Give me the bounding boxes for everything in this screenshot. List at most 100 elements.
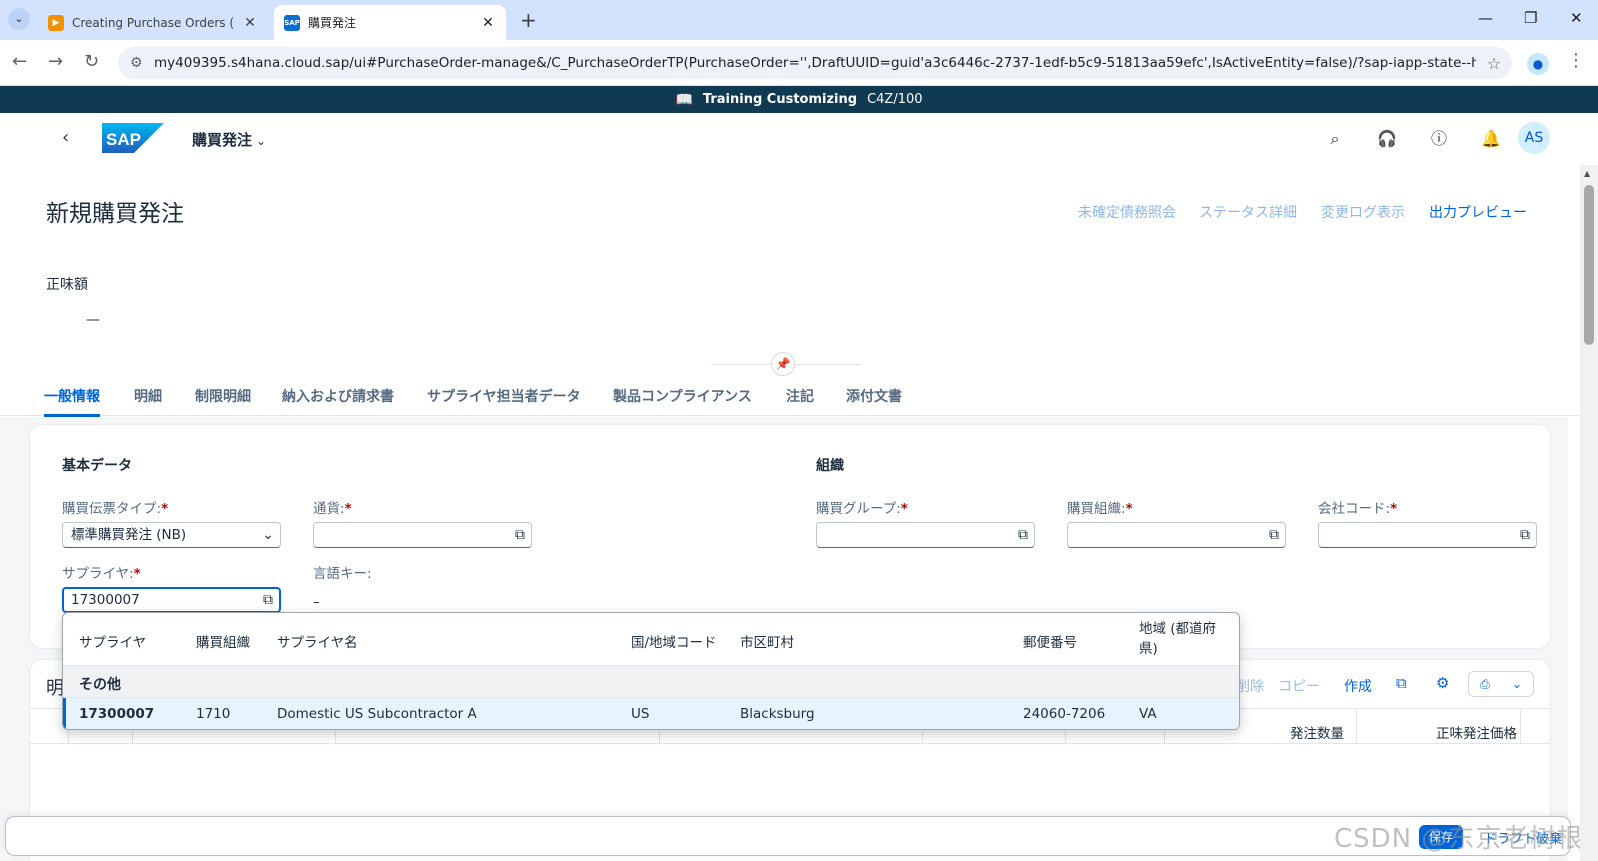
output-preview-link[interactable]: 出力プレビュー [1429,202,1527,222]
shell-bar: ‹ SAP 購買発注 ⌄ ⌕ 🎧 ⓘ 🔔 AS [0,113,1598,165]
browser-menu-icon[interactable]: ⋮ [1567,50,1585,71]
tab-items[interactable]: 明細 [134,386,162,414]
value-help-icon[interactable]: ⧉ [515,523,525,547]
value-help-icon[interactable]: ⧉ [263,589,273,611]
net-amount-label: 正味額 [46,277,88,293]
column-header-net-price[interactable]: 正味発注価格 [1436,722,1517,742]
language-value: – [313,594,320,610]
close-window-icon[interactable]: ✕ [1570,9,1583,27]
company-code-label-text: 会社コード: [1318,501,1391,517]
search-icon[interactable]: ⌕ [1324,128,1346,150]
tab-search-icon[interactable]: ⌄ [8,8,30,30]
discard-draft-button[interactable]: ドラフト破棄 [1484,828,1562,847]
banner-label: Training Customizing [702,92,858,107]
tab-general[interactable]: 一般情報 [44,386,100,417]
copy-clipboard-icon[interactable]: ⧉ [1396,674,1407,692]
tab-notes[interactable]: 注記 [786,386,814,414]
pin-header-icon[interactable]: 📌 [771,352,795,376]
doc-type-label: 購買伝票タイプ:* [62,497,168,517]
tab-limit-items[interactable]: 制限明細 [195,386,251,414]
column-divider [1356,708,1357,744]
col-purch-org: 購買組織 [196,635,250,651]
export-split-button[interactable]: ⎙ ⌄ [1468,671,1534,697]
back-arrow-icon[interactable]: ← [12,51,27,72]
new-tab-button[interactable]: + [520,8,537,32]
tab-product-compliance[interactable]: 製品コンプライアンス [613,386,752,414]
browser-tab-creating-po[interactable]: ▶ Creating Purchase Orders (BMY ✕ [38,5,268,40]
required-marker: * [1125,501,1133,517]
delete-item-button[interactable]: 削除 [1236,676,1264,696]
scroll-thumb[interactable] [1584,185,1594,345]
reload-icon[interactable]: ↻ [84,51,99,72]
book-icon: 📖 [675,91,693,108]
currency-input[interactable]: ⧉ [313,522,532,548]
create-item-button[interactable]: 作成 [1344,676,1372,696]
profile-icon[interactable]: ● [1527,53,1549,75]
banner-system: C4Z/100 [867,92,923,107]
doc-type-label-text: 購買伝票タイプ: [62,501,162,517]
supplier-label: サプライヤ:* [62,562,141,582]
sap-favicon-icon: SAP [284,14,300,31]
value-help-icon[interactable]: ⧉ [1269,523,1279,547]
chevron-down-icon: ⌄ [256,134,267,148]
user-avatar[interactable]: AS [1518,122,1550,154]
company-code-input[interactable]: ⧉ [1318,522,1537,548]
suggestion-row[interactable]: 17300007 1710 Domestic US Subcontractor … [63,698,1239,729]
url-input[interactable]: ⚙ my409395.s4hana.cloud.sap/ui#PurchaseO… [118,47,1512,79]
group-label: その他 [79,677,121,693]
supplier-input[interactable]: 17300007 ⧉ [62,587,281,613]
restore-icon[interactable]: ❐ [1524,9,1537,27]
cell-city: Blacksburg [740,706,815,722]
col-supplier-name: サプライヤ名 [277,635,358,651]
notification-bell-icon[interactable]: 🔔 [1480,128,1502,150]
column-header-order-qty[interactable]: 発注数量 [1290,722,1344,742]
col-region: 地域 (都道府県) [1139,621,1217,657]
doc-type-select[interactable]: 標準購買発注 (NB) ⌄ [62,522,281,548]
browser-tab-purchase-order[interactable]: SAP 購買発注 ✕ [274,5,506,40]
supplier-suggestion-popover: サプライヤ 購買組織 サプライヤ名 国/地域コード 市区町村 郵便番号 地域 (… [62,612,1240,730]
supplier-value: 17300007 [71,592,140,608]
help-icon[interactable]: ⓘ [1428,128,1450,150]
minimize-icon[interactable]: — [1478,9,1493,27]
cell-country: US [631,706,650,722]
value-help-icon[interactable]: ⧉ [1018,523,1028,547]
chevron-down-icon: ⌄ [262,527,274,543]
close-tab-icon[interactable]: ✕ [242,15,258,31]
bookmark-star-icon[interactable]: ☆ [1476,54,1512,73]
system-banner: 📖 Training Customizing C4Z/100 [0,86,1598,113]
sap-logo-text: SAP [106,130,141,149]
cell-region: VA [1139,706,1157,722]
open-commitments-link[interactable]: 未確定債務照会 [1078,202,1176,222]
page-title: 新規購買発注 [46,201,184,227]
purchasing-org-input[interactable]: ⧉ [1067,522,1286,548]
app-title-menu[interactable]: 購買発注 ⌄ [192,129,266,150]
site-info-icon[interactable]: ⚙ [130,55,150,71]
shell-back-icon[interactable]: ‹ [62,127,69,148]
scroll-up-icon[interactable]: ▲ [1584,169,1590,178]
tab-delivery-invoice[interactable]: 納入および請求書 [282,386,394,414]
col-country: 国/地域コード [631,635,717,651]
suggestion-header: サプライヤ 購買組織 サプライヤ名 国/地域コード 市区町村 郵便番号 地域 (… [63,613,1239,665]
change-log-link[interactable]: 変更ログ表示 [1321,202,1405,222]
page-scrollbar[interactable]: ▲ [1580,165,1598,861]
status-details-link[interactable]: ステータス詳細 [1199,202,1297,222]
purchasing-group-input[interactable]: ⧉ [816,522,1035,548]
app-title: 購買発注 [192,131,253,149]
tab-attachments[interactable]: 添付文書 [846,386,902,414]
tab-title: Creating Purchase Orders (BMY [72,15,234,30]
support-headset-icon[interactable]: 🎧 [1376,128,1398,150]
chevron-down-icon: ⌄ [1511,677,1522,691]
save-button[interactable]: 保存 [1419,825,1463,849]
col-postal: 郵便番号 [1023,635,1077,651]
cell-postal: 24060-7206 [1023,706,1106,722]
cell-supplier: 17300007 [79,706,155,722]
value-help-icon[interactable]: ⧉ [1520,523,1530,547]
forward-arrow-icon[interactable]: → [48,51,63,72]
tab-title: 購買発注 [308,16,357,30]
sap-logo[interactable]: SAP [102,123,164,153]
copy-item-button[interactable]: コピー [1278,676,1320,696]
tab-supplier-contact[interactable]: サプライヤ担当者データ [427,386,581,414]
close-tab-icon[interactable]: ✕ [480,15,496,31]
settings-gear-icon[interactable]: ⚙ [1436,674,1449,692]
required-marker: * [344,501,352,517]
